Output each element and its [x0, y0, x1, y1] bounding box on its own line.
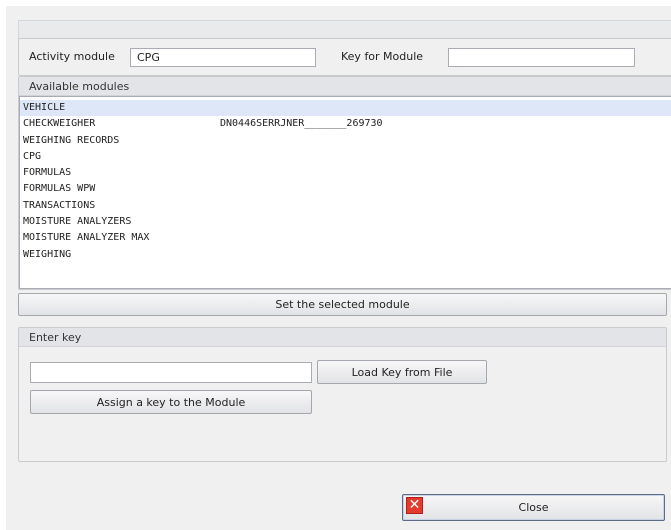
- module-key-window: Activity module Key for Module Available…: [6, 6, 671, 530]
- module-name: MOISTURE ANALYZERS: [23, 216, 132, 228]
- module-list-item[interactable]: CPG: [20, 149, 671, 165]
- module-list-item[interactable]: WEIGHING: [20, 247, 671, 263]
- load-key-from-file-button[interactable]: Load Key from File: [317, 360, 487, 384]
- available-modules-group: Available modules VEHICLE CHECKWEIGHER DN0…: [18, 76, 671, 290]
- title-bar: [18, 20, 671, 39]
- module-name: WEIGHING: [23, 248, 72, 260]
- module-list-item[interactable]: MOISTURE ANALYZER MAX: [20, 230, 671, 246]
- module-name: MOISTURE ANALYZER MAX: [23, 232, 150, 244]
- module-name: WEIGHING RECORDS: [23, 134, 120, 146]
- set-selected-module-button[interactable]: Set the selected module: [18, 293, 667, 316]
- enter-key-title: Enter key: [29, 331, 82, 344]
- close-button-label: Close: [518, 501, 549, 514]
- close-icon: ✕: [406, 497, 423, 514]
- key-for-module-label: Key for Module: [341, 50, 424, 63]
- module-key-detail: DN0446SERRJNER_______269730: [220, 118, 383, 130]
- module-name: CPG: [23, 150, 42, 162]
- module-list-item[interactable]: FORMULAS WPW: [20, 181, 671, 197]
- module-name: FORMULAS WPW: [23, 183, 96, 195]
- module-list-item[interactable]: TRANSACTIONS: [20, 198, 671, 214]
- module-list[interactable]: VEHICLE CHECKWEIGHER DN0446SERRJNER_______…: [19, 96, 671, 289]
- available-modules-title: Available modules: [29, 80, 130, 93]
- activity-module-field[interactable]: [130, 48, 316, 67]
- module-list-item[interactable]: CHECKWEIGHER DN0446SERRJNER_______269730: [20, 116, 671, 132]
- close-button[interactable]: ✕ Close: [402, 494, 665, 521]
- module-name: FORMULAS: [23, 167, 72, 179]
- activity-module-label: Activity module: [29, 50, 115, 63]
- available-modules-header: Available modules: [19, 77, 671, 96]
- enter-key-group: Enter key Load Key from File Assign a ke…: [18, 327, 667, 462]
- assign-key-button[interactable]: Assign a key to the Module: [30, 390, 312, 414]
- key-input[interactable]: [30, 362, 312, 383]
- module-name: CHECKWEIGHER: [23, 118, 96, 130]
- activity-group: Activity module Key for Module: [18, 38, 671, 76]
- enter-key-header: Enter key: [19, 328, 666, 347]
- module-list-item[interactable]: FORMULAS: [20, 165, 671, 181]
- module-list-item[interactable]: MOISTURE ANALYZERS: [20, 214, 671, 230]
- key-for-module-field[interactable]: [448, 48, 635, 67]
- module-name: TRANSACTIONS: [23, 199, 96, 211]
- module-list-item[interactable]: WEIGHING RECORDS: [20, 133, 671, 149]
- module-name: VEHICLE: [23, 102, 66, 113]
- module-list-item[interactable]: VEHICLE: [20, 100, 671, 117]
